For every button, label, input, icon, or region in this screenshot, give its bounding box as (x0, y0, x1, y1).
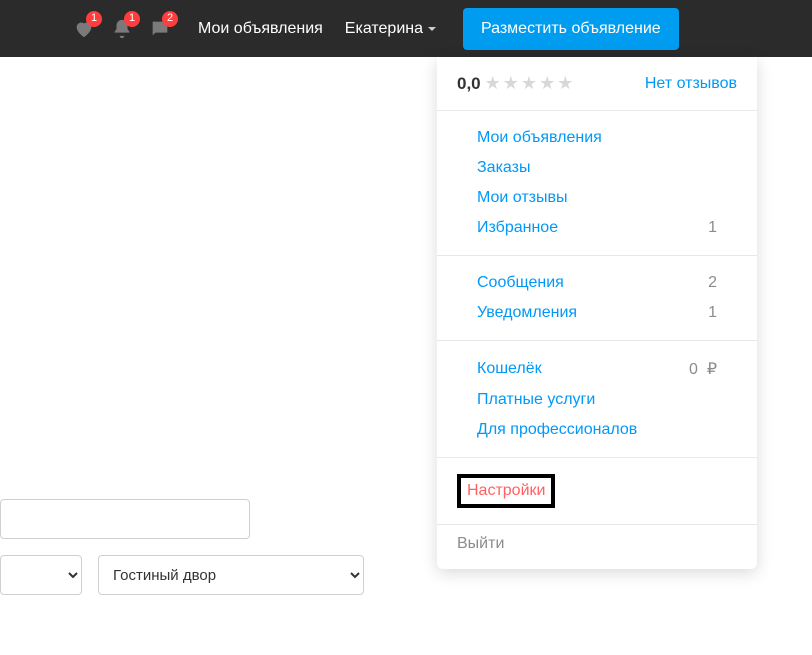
bell-icon[interactable]: 1 (110, 17, 134, 41)
menu-section-money: Кошелёк 0 ₽ Платные услуги Для профессио… (437, 341, 757, 458)
chat-icon[interactable]: 2 (148, 17, 172, 41)
menu-section-settings: Настройки (437, 458, 757, 525)
user-dropdown-menu: 0,0 ★ ★ ★ ★ ★ Нет отзывов Мои объявления… (437, 57, 757, 569)
menu-wallet[interactable]: Кошелёк 0 ₽ (457, 353, 737, 385)
post-ad-button[interactable]: Разместить объявление (463, 8, 679, 50)
favorites-badge: 1 (86, 11, 102, 27)
favorites-icon[interactable]: 1 (72, 17, 96, 41)
star-icon: ★ (539, 73, 555, 94)
star-icon: ★ (503, 73, 519, 94)
text-input[interactable] (0, 499, 250, 539)
notifications-badge: 1 (124, 11, 140, 27)
rating-stars: ★ ★ ★ ★ ★ (485, 73, 574, 94)
settings-highlight-box: Настройки (457, 474, 555, 508)
star-icon: ★ (557, 73, 573, 94)
star-icon: ★ (521, 73, 537, 94)
my-ads-link[interactable]: Мои объявления (198, 20, 323, 38)
menu-messages[interactable]: Сообщения 2 (457, 268, 737, 298)
selects-row: Гостиный двор (0, 555, 364, 595)
form-area: Гостиный двор (0, 499, 364, 595)
menu-notifications[interactable]: Уведомления 1 (457, 298, 737, 328)
menu-section-main: Мои объявления Заказы Мои отзывы Избранн… (437, 111, 757, 256)
chevron-down-icon (427, 24, 437, 34)
menu-favorites[interactable]: Избранное 1 (457, 213, 737, 243)
menu-orders[interactable]: Заказы (457, 153, 737, 183)
rating-section: 0,0 ★ ★ ★ ★ ★ Нет отзывов (437, 57, 757, 111)
messages-badge: 2 (162, 11, 178, 27)
menu-section-comm: Сообщения 2 Уведомления 1 (437, 256, 757, 341)
select-location[interactable]: Гостиный двор (98, 555, 364, 595)
header-icons: 1 1 2 (72, 17, 172, 41)
menu-logout[interactable]: Выйти (437, 525, 757, 569)
menu-my-ads[interactable]: Мои объявления (457, 123, 737, 153)
star-icon: ★ (485, 73, 501, 94)
user-dropdown-trigger[interactable]: Екатерина (345, 20, 437, 38)
user-name: Екатерина (345, 20, 423, 38)
menu-for-pros[interactable]: Для профессионалов (457, 415, 737, 445)
menu-settings[interactable]: Настройки (467, 482, 545, 499)
content-area: ✓ Подтверж Получить статус компани Гости… (0, 57, 812, 655)
menu-my-reviews[interactable]: Мои отзывы (457, 183, 737, 213)
header-bar: 1 1 2 Мои объявления Екатерина Разместит… (0, 0, 812, 57)
select-small[interactable] (0, 555, 82, 595)
check-icon: ✓ (358, 237, 375, 262)
rating-value: 0,0 (457, 74, 481, 94)
no-reviews-link[interactable]: Нет отзывов (645, 75, 737, 93)
menu-paid-services[interactable]: Платные услуги (457, 385, 737, 415)
